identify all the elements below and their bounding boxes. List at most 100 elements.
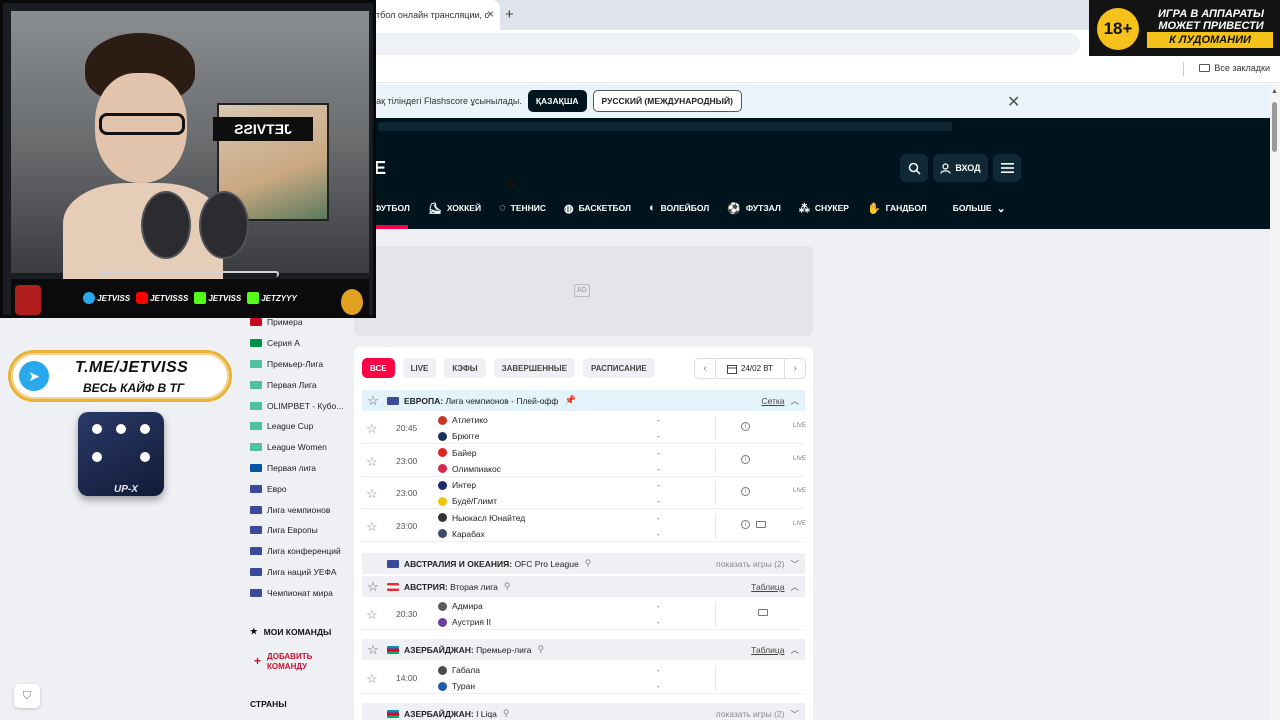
star-icon[interactable]: ☆ — [362, 393, 384, 409]
filter-schedule[interactable]: РАСПИСАНИЕ — [582, 358, 655, 378]
team-crest-icon — [438, 431, 447, 441]
ad-banner[interactable]: AD — [354, 246, 813, 336]
star-icon[interactable]: ☆ — [366, 607, 378, 623]
scroll-up-icon[interactable]: ▲ — [1271, 88, 1278, 95]
info-icon[interactable]: i — [741, 454, 750, 464]
league-header-azerbaijan-i-liqa[interactable]: ☆ АЗЕРБАЙДЖАН: I Liqa ⚲ показать игры (2… — [362, 703, 805, 720]
star-icon[interactable]: ☆ — [362, 579, 384, 595]
league-nav-item[interactable]: League Women — [250, 437, 350, 458]
filter-odds[interactable]: КЭФЫ — [444, 358, 486, 378]
tv-icon[interactable] — [756, 520, 766, 528]
new-tab-button[interactable]: + — [505, 6, 514, 23]
sport-tab-football[interactable]: ФУТБОЛ — [374, 200, 410, 216]
live-link[interactable]: LIVE — [793, 521, 806, 527]
league-nav-item[interactable]: OLIMPBET - Кубо... — [250, 395, 350, 416]
league-nav-item[interactable]: Чемпионат мира — [250, 582, 350, 603]
chevron-up-icon[interactable]: ︿ — [790, 581, 799, 593]
sport-tab-futsal[interactable]: ⚽ ФУТЗАЛ — [727, 200, 781, 216]
flag-austria — [387, 582, 399, 591]
league-header-azerbaijan[interactable]: ☆ АЗЕРБАЙДЖАН: Премьер-лига ⚲ Таблица ︿ — [362, 639, 805, 660]
scrollbar-thumb[interactable] — [1272, 102, 1277, 152]
league-nav-label: League Women — [267, 442, 327, 453]
match-row[interactable]: ☆ 23:00 Интер Будё/Глимт - - i LIVE — [362, 477, 806, 509]
sport-tab-basketball[interactable]: ◍ БАСКЕТБОЛ — [564, 200, 631, 216]
away-team: Будё/Глимт — [438, 496, 497, 506]
bracket-link[interactable]: Сетка — [761, 396, 784, 406]
league-nav-item[interactable]: Первая Лига — [250, 374, 350, 395]
more-sports-button[interactable]: БОЛЬШЕ ⌄ — [953, 200, 1006, 216]
sport-tab-volleyball[interactable]: ◐ ВОЛЕЙБОЛ — [649, 200, 709, 216]
chevron-up-icon[interactable]: ︿ — [790, 644, 799, 656]
privacy-shield-icon[interactable]: ⛉ — [14, 684, 40, 708]
chevron-down-icon[interactable]: ﹀ — [790, 558, 799, 570]
prev-day-icon[interactable]: ‹ — [695, 363, 715, 374]
league-header-austria[interactable]: ☆ АВСТРИЯ: Вторая лига ⚲ Таблица ︿ — [362, 576, 805, 597]
info-icon[interactable]: i — [741, 519, 750, 529]
sport-tab-handball[interactable]: ✋ ГАНДБОЛ — [867, 200, 927, 216]
sport-tab-tennis[interactable]: ◌ ТЕННИС — [499, 200, 546, 216]
age-warning-highlight: К ЛУДОМАНИИ — [1147, 32, 1273, 48]
filter-live[interactable]: LIVE — [402, 358, 437, 378]
info-icon[interactable]: i — [741, 487, 750, 496]
live-link[interactable]: LIVE — [793, 456, 806, 462]
russian-language-button[interactable]: РУССКИЙ (МЕЖДУНАРОДНЫЙ) — [592, 90, 742, 112]
social-handle: JETVISS — [97, 293, 131, 303]
filter-all[interactable]: ВСЕ — [362, 358, 395, 378]
scrollbar[interactable]: ▲ — [1270, 84, 1280, 720]
info-icon[interactable]: i — [741, 422, 750, 431]
league-nav-item[interactable]: Лига чемпионов — [250, 499, 350, 520]
pin-icon[interactable]: ⚲ — [538, 644, 545, 655]
league-header-ofc[interactable]: ☆ АВСТРАЛИЯ И ОКЕАНИЯ: OFC Pro League ⚲ … — [362, 553, 805, 574]
chevron-down-icon[interactable]: ﹀ — [790, 708, 799, 720]
sport-tab-snooker[interactable]: ⁂ СНУКЕР — [799, 200, 849, 216]
browser-tab[interactable]: тбол онлайн трансляции, с × — [368, 0, 500, 30]
close-tab-icon[interactable]: × — [487, 7, 494, 21]
match-row[interactable]: ☆ 14:00 Габала Туран - - — [362, 662, 805, 694]
league-header-cl[interactable]: ☆ ЕВРОПА: Лига чемпионов - Плей-офф 📌 Се… — [362, 390, 805, 411]
date-button[interactable]: 24/02 ВТ — [715, 359, 785, 378]
live-link[interactable]: LIVE — [793, 423, 806, 429]
filter-finished[interactable]: ЗАВЕРШЕННЫЕ — [493, 358, 575, 378]
next-day-icon[interactable]: › — [785, 363, 805, 374]
sport-tab-hockey[interactable]: ⛸ ХОККЕЙ — [428, 200, 481, 216]
flag-icon — [250, 526, 262, 535]
star-icon[interactable]: ☆ — [366, 421, 378, 437]
show-games-link[interactable]: показать игры (2) — [716, 709, 784, 719]
show-games-link[interactable]: показать игры (2) — [716, 559, 784, 569]
match-row[interactable]: ☆ 23:00 Байер Олимпиакос - - i LIVE — [362, 445, 806, 477]
league-nav-item[interactable]: Лига конференций — [250, 541, 350, 562]
basketball-icon: ◍ — [564, 202, 574, 215]
league-nav-item[interactable]: League Cup — [250, 416, 350, 437]
league-nav-item[interactable]: Премьер-Лига — [250, 354, 350, 375]
pin-icon[interactable]: ⚲ — [585, 558, 592, 569]
star-icon[interactable]: ☆ — [362, 642, 384, 658]
match-row[interactable]: ☆ 20:45 Атлетико Брюгге - - i LIVE — [362, 412, 806, 444]
standings-link[interactable]: Таблица — [751, 582, 784, 592]
login-button[interactable]: ВХОД — [933, 154, 988, 182]
kazakh-language-button[interactable]: ҚАЗАҚША — [527, 90, 587, 112]
close-icon[interactable]: ✕ — [1007, 92, 1020, 112]
pin-icon[interactable]: ⚲ — [503, 708, 510, 719]
chevron-up-icon[interactable]: ︿ — [790, 395, 799, 407]
league-nav-item[interactable]: Серия А — [250, 333, 350, 354]
standings-link[interactable]: Таблица — [751, 645, 784, 655]
league-nav-item[interactable]: Евро — [250, 478, 350, 499]
menu-button[interactable] — [993, 154, 1021, 182]
live-link[interactable]: LIVE — [793, 488, 806, 494]
match-row[interactable]: ☆ 23:00 Ньюкасл Юнайтед Карабах - - i LIVE — [362, 510, 806, 542]
star-icon[interactable]: ☆ — [366, 519, 378, 535]
star-icon[interactable]: ☆ — [366, 486, 378, 502]
league-nav-item[interactable]: Первая лига — [250, 458, 350, 479]
league-nav-item[interactable]: Лига наций УЕФА — [250, 562, 350, 583]
star-icon[interactable]: ☆ — [366, 454, 378, 470]
url-field[interactable] — [368, 33, 1080, 55]
pin-icon[interactable]: 📌 — [564, 395, 575, 406]
tv-icon[interactable] — [758, 609, 768, 616]
star-icon[interactable]: ☆ — [366, 671, 378, 687]
league-nav-item[interactable]: Лига Европы — [250, 520, 350, 541]
all-bookmarks-button[interactable]: Все закладки — [1183, 62, 1270, 76]
search-button[interactable] — [900, 154, 928, 182]
add-team-button[interactable]: + ДОБАВИТЬ КОМАНДУ — [254, 652, 312, 672]
match-row[interactable]: ☆ 20:30 Адмира Аустрия II - - — [362, 598, 805, 630]
pin-icon[interactable]: ⚲ — [504, 581, 511, 592]
